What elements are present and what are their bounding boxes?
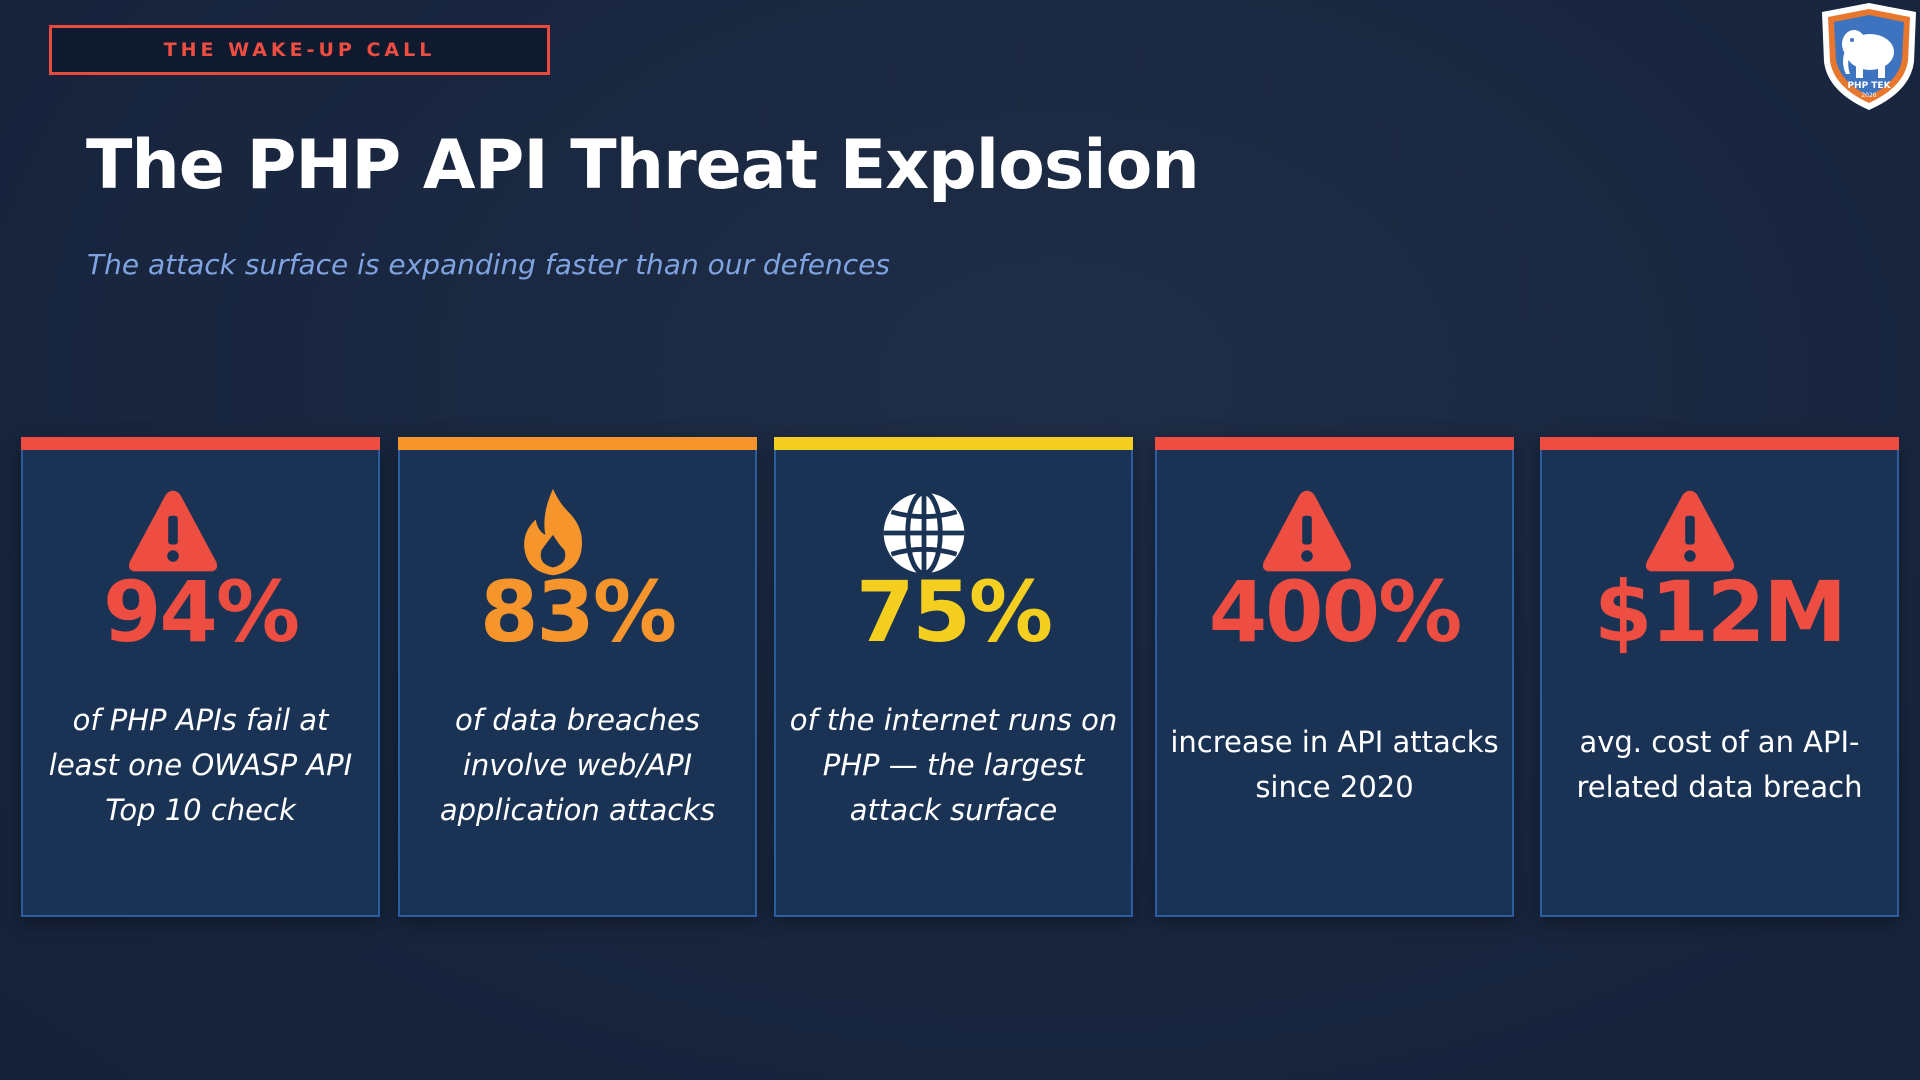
stat-description: of PHP APIs fail at least one OWASP API …: [48, 702, 353, 827]
stat-description: of the internet runs on PHP — the larges…: [789, 702, 1118, 827]
card-accent-bar: [21, 437, 380, 450]
stat-cards: 94% of PHP APIs fail at least one OWASP …: [0, 0, 1920, 1080]
stat-description: increase in API attacks since 2020: [1170, 725, 1499, 804]
card-accent-bar: [774, 437, 1133, 450]
card-accent-bar: [1540, 437, 1899, 450]
slide: THE WAKE-UP CALL The PHP API Threat Expl…: [0, 0, 1920, 1080]
card-accent-bar: [398, 437, 757, 450]
stat-card: 400% increase in API attacks since 2020: [1155, 437, 1514, 917]
card-accent-bar: [1155, 437, 1514, 450]
stat-card: 94% of PHP APIs fail at least one OWASP …: [21, 437, 380, 917]
stat-description: avg. cost of an API-related data breach: [1576, 725, 1863, 804]
stat-card: 83% of data breaches involve web/API app…: [398, 437, 757, 917]
stat-card: $12M avg. cost of an API-related data br…: [1540, 437, 1899, 917]
stat-description: of data breaches involve web/API applica…: [439, 702, 716, 827]
stat-card: 75% of the internet runs on PHP — the la…: [774, 437, 1133, 917]
